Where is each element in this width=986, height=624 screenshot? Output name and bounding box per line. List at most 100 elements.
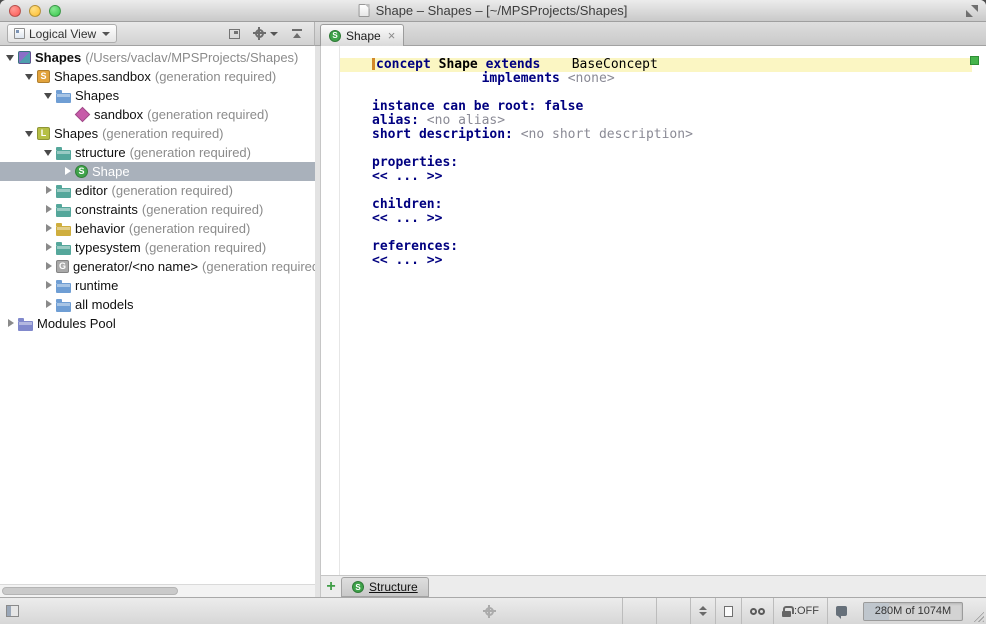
expand-toggle-icon[interactable] xyxy=(23,67,37,86)
tree-item-generator-no-name-[interactable]: Ggenerator/<no name>(generation required… xyxy=(0,257,315,276)
editor-line[interactable]: << ... >> xyxy=(340,212,972,226)
tree-item-suffix: (/Users/vaclav/MPSProjects/Shapes) xyxy=(85,50,298,65)
code-token xyxy=(478,57,486,72)
expand-toggle-icon[interactable] xyxy=(42,276,56,295)
minimize-window-button[interactable] xyxy=(29,5,41,17)
navigate-widget[interactable] xyxy=(690,598,715,624)
folder-icon xyxy=(56,245,71,255)
editor-line[interactable] xyxy=(340,86,972,100)
code-token xyxy=(419,113,427,128)
folder-icon xyxy=(56,188,71,198)
statusbar-cell xyxy=(622,598,656,624)
editor-line[interactable]: concept Shape extends BaseConcept xyxy=(340,58,972,72)
aspect-tab-structure[interactable]: S Structure xyxy=(341,577,429,597)
tree-item-suffix: (generation required) xyxy=(130,145,251,160)
folder-icon xyxy=(56,302,71,312)
tree-item-shapes[interactable]: Shapes (/Users/vaclav/MPSProjects/Shapes) xyxy=(0,48,315,67)
tree-item-label: typesystem xyxy=(75,240,141,255)
tree-item-behavior[interactable]: behavior (generation required) xyxy=(0,219,315,238)
settings-button[interactable] xyxy=(253,27,278,40)
tree-item-label: editor xyxy=(75,183,108,198)
float-window-icon[interactable] xyxy=(229,29,240,39)
editor-line[interactable]: implements <none> xyxy=(340,72,972,86)
zoom-window-button[interactable] xyxy=(49,5,61,17)
tree-item-suffix: (generation required) xyxy=(142,202,263,217)
lock-icon xyxy=(782,606,791,617)
document-icon xyxy=(359,4,370,17)
close-tab-icon[interactable]: × xyxy=(388,29,396,42)
editor-line[interactable]: instance can be root: false xyxy=(340,100,972,114)
notifications-widget[interactable] xyxy=(827,598,855,624)
up-down-icon xyxy=(699,606,707,616)
expand-toggle-icon[interactable] xyxy=(42,181,56,200)
horizontal-scrollbar[interactable] xyxy=(0,584,315,597)
editor-line[interactable]: << ... >> xyxy=(340,170,972,184)
view-selector[interactable]: Logical View xyxy=(7,24,117,43)
close-window-button[interactable] xyxy=(9,5,21,17)
page-icon xyxy=(724,606,733,617)
tree-item-structure[interactable]: structure(generation required) xyxy=(0,143,315,162)
tree-item-sandbox[interactable]: sandbox(generation required) xyxy=(0,105,315,124)
fullscreen-icon[interactable] xyxy=(966,5,978,17)
highlighting-toggle[interactable]: :OFF xyxy=(773,598,827,624)
tree-item-constraints[interactable]: constraints(generation required) xyxy=(0,200,315,219)
main-area: Shapes (/Users/vaclav/MPSProjects/Shapes)… xyxy=(0,46,986,597)
tree-item-shapes-sandbox[interactable]: SShapes.sandbox(generation required) xyxy=(0,67,315,86)
editor-line[interactable]: alias: <no alias> xyxy=(340,114,972,128)
code-token: properties: xyxy=(372,155,458,170)
tree-item-label: all models xyxy=(75,297,134,312)
expand-toggle-icon[interactable] xyxy=(42,143,56,162)
tree-item-runtime[interactable]: runtime xyxy=(0,276,315,295)
tree-item-label: Shapes xyxy=(54,126,98,141)
file-widget[interactable] xyxy=(715,598,741,624)
tree-item-label: Shapes.sandbox xyxy=(54,69,151,84)
tree-item-shapes[interactable]: Shapes xyxy=(0,86,315,105)
editor-line[interactable] xyxy=(340,226,972,240)
status-bar: :OFF 280M of 1074M xyxy=(0,597,986,624)
expand-toggle-icon[interactable] xyxy=(42,86,56,105)
expand-toggle-icon[interactable] xyxy=(61,162,75,181)
tree-item-typesystem[interactable]: typesystem(generation required) xyxy=(0,238,315,257)
glasses-icon xyxy=(750,608,765,615)
view-selector-label: Logical View xyxy=(29,27,96,41)
tree-item-label: Shapes xyxy=(35,50,81,65)
toggle-label: :OFF xyxy=(794,605,819,617)
editor-line[interactable]: references: xyxy=(340,240,972,254)
collapse-all-icon[interactable] xyxy=(291,28,303,40)
tree-item-editor[interactable]: editor(generation required) xyxy=(0,181,315,200)
expand-toggle-icon[interactable] xyxy=(42,257,56,276)
scrollbar-thumb[interactable] xyxy=(2,587,178,595)
editor-line[interactable] xyxy=(340,142,972,156)
code-token xyxy=(540,57,571,72)
tree-item-shapes[interactable]: LShapes(generation required) xyxy=(0,124,315,143)
editor-line[interactable] xyxy=(340,184,972,198)
folder-icon xyxy=(56,283,71,293)
editor-line[interactable]: children: xyxy=(340,198,972,212)
resize-grip[interactable] xyxy=(971,609,984,622)
tree-item-label: behavior xyxy=(75,221,125,236)
editor-lines[interactable]: concept Shape extends BaseConcept implem… xyxy=(340,46,986,575)
expand-toggle-icon[interactable] xyxy=(23,124,37,143)
titlebar: Shape – Shapes – [~/MPSProjects/Shapes] xyxy=(0,0,986,22)
tree-item-label: sandbox xyxy=(94,107,143,122)
tree-item-shape[interactable]: SShape xyxy=(0,162,315,181)
view-icon xyxy=(14,28,25,39)
expand-toggle-icon[interactable] xyxy=(42,238,56,257)
expand-toggle-icon[interactable] xyxy=(42,200,56,219)
expand-toggle-icon[interactable] xyxy=(4,314,18,333)
editor-line[interactable]: properties: xyxy=(340,156,972,170)
editor-line[interactable]: << ... >> xyxy=(340,254,972,268)
toolwindow-toggle-icon[interactable] xyxy=(6,605,19,617)
memory-indicator[interactable]: 280M of 1074M xyxy=(863,602,963,621)
add-aspect-button[interactable]: + xyxy=(321,577,341,597)
expand-toggle-icon[interactable] xyxy=(42,219,56,238)
expand-toggle-icon[interactable] xyxy=(42,295,56,314)
aspect-tab-label: Structure xyxy=(369,580,418,594)
expand-toggle-icon[interactable] xyxy=(4,48,18,67)
tree-item-modules-pool[interactable]: Modules Pool xyxy=(0,314,315,333)
tree-item-suffix: (generation required) xyxy=(129,221,250,236)
editor-line[interactable]: short description: <no short description… xyxy=(340,128,972,142)
tree-item-all-models[interactable]: all models xyxy=(0,295,315,314)
editor-tab-shape[interactable]: S Shape × xyxy=(320,24,404,46)
readonly-toggle[interactable] xyxy=(741,598,773,624)
